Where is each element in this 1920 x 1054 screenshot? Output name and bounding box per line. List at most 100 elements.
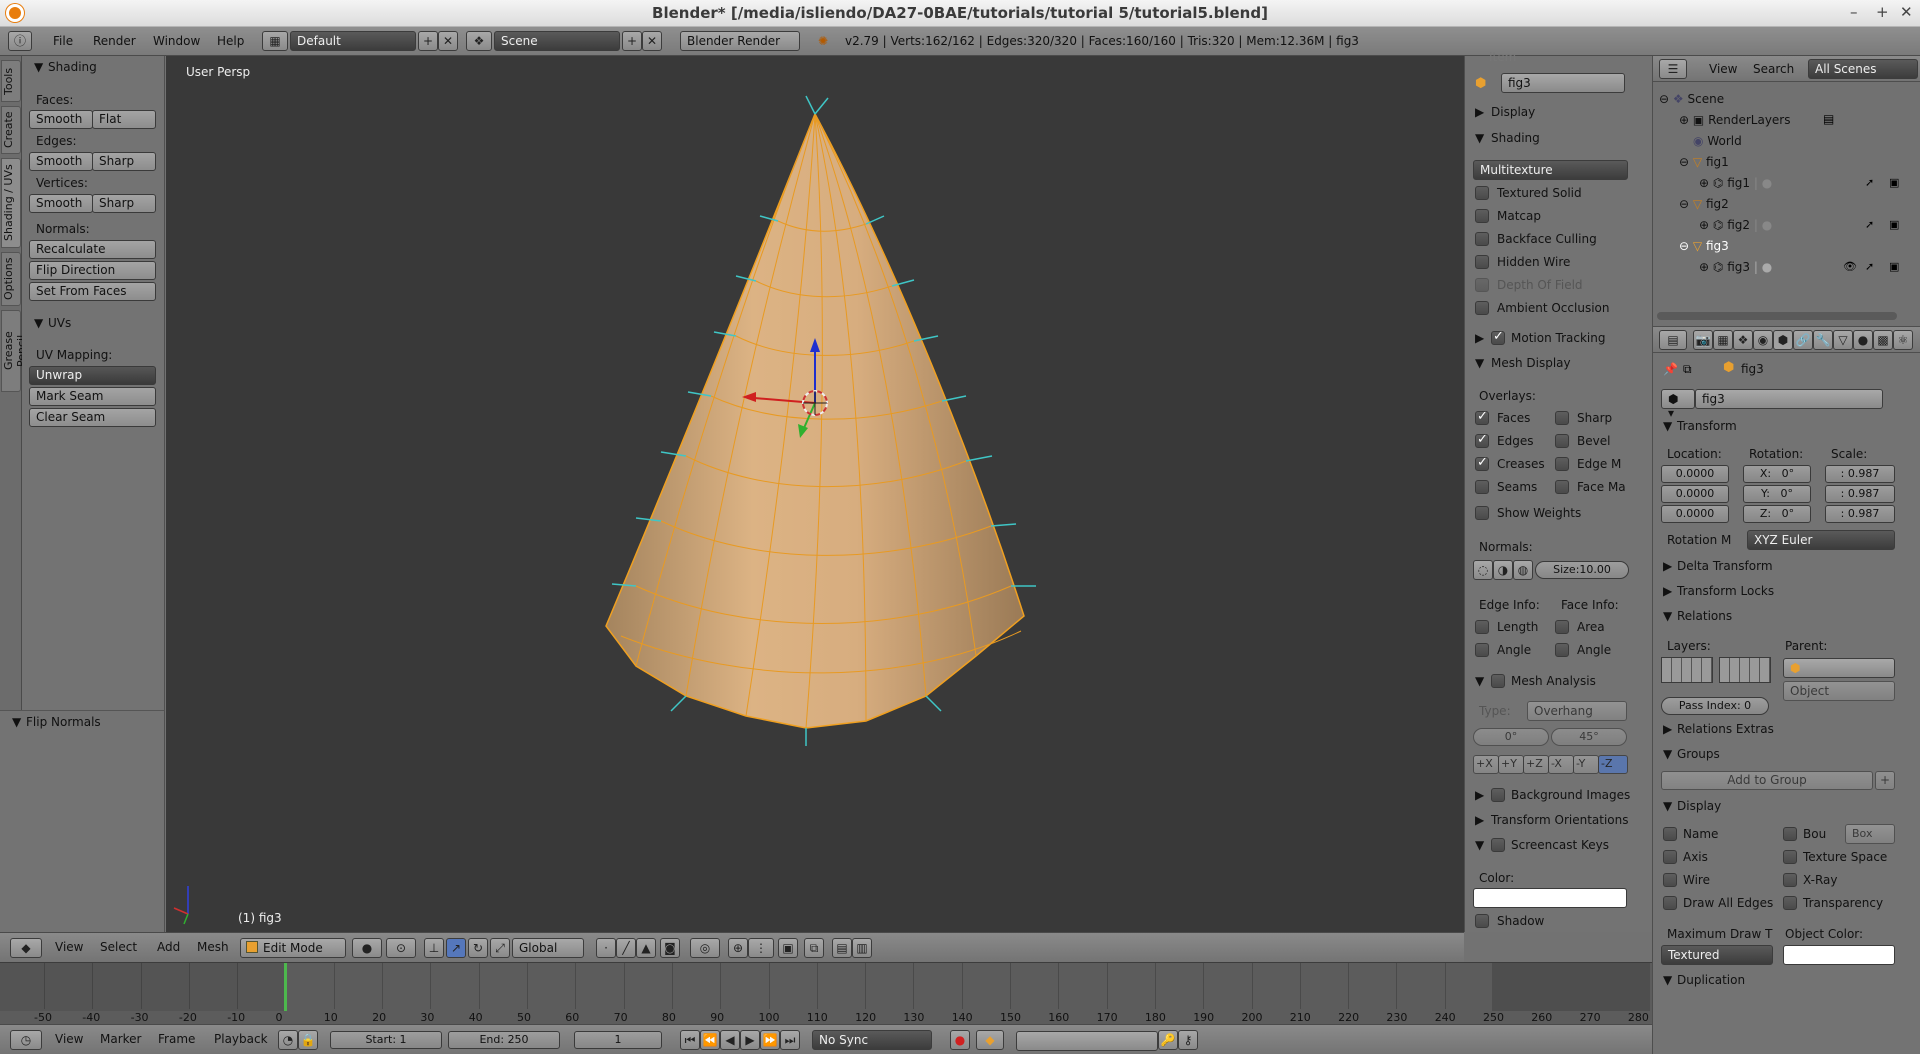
timeline[interactable]: -50 -40 -30 -20 -10 0 10 20 30 40 50 60 70 80 90 100 110… [0,962,1652,1024]
translate-manipulator-icon[interactable]: ↗ [446,938,466,958]
screen-layout-icon[interactable]: ▦ [262,31,288,51]
display-name-checkbox[interactable] [1663,827,1677,841]
tab-grease-pencil[interactable]: Grease Pencil [1,310,28,392]
current-frame-field[interactable]: 1 [574,1031,662,1049]
edges-sharp-button[interactable]: Sharp [92,152,156,171]
parent-type-dropdown[interactable]: Object [1783,681,1895,701]
clear-seam-button[interactable]: Clear Seam [29,408,156,427]
motion-tracking-checkbox[interactable] [1491,329,1505,345]
draw-all-edges-checkbox[interactable] [1663,896,1677,910]
timeline-editor-type-icon[interactable]: ◷ [10,1030,42,1050]
outliner-editor-type-icon[interactable]: ☰ [1659,59,1687,79]
mesh-display-toggle[interactable]: ▼ [1475,356,1484,370]
info-editor-type-icon[interactable]: ⓘ [8,31,32,51]
outliner-menu-search[interactable]: Search [1753,62,1794,76]
face-normals-icon[interactable]: ◍ [1513,560,1533,580]
restrict-render-icon[interactable]: ▣ [1889,218,1899,231]
add-group-plus-button[interactable]: + [1875,771,1895,790]
3d-viewport[interactable]: User Persp (1) fig3 [166,56,1464,932]
jump-start-icon[interactable]: ⏮ [680,1030,700,1050]
backface-culling-checkbox[interactable] [1475,232,1489,246]
edge-angle-checkbox[interactable] [1475,643,1489,657]
bounds-type-dropdown[interactable]: Box [1845,824,1895,844]
scale-manipulator-icon[interactable]: ⤢ [490,938,510,958]
uvs-panel-toggle[interactable]: ▼ [34,316,43,330]
outliner-row-world[interactable]: ◉ World [1693,134,1742,148]
add-to-group-button[interactable]: Add to Group [1661,771,1873,790]
max-draw-type-dropdown[interactable]: Textured [1661,945,1773,965]
outliner-scrollbar[interactable] [1657,312,1897,320]
mesh-analysis-checkbox[interactable] [1491,674,1505,688]
rotation-z-field[interactable]: Z: 0° [1743,505,1811,523]
item-name-field[interactable]: fig3 [1501,73,1625,93]
mark-seam-button[interactable]: Mark Seam [29,387,156,406]
material-tab-icon[interactable]: ● [1853,330,1873,350]
face-angle-checkbox[interactable] [1555,643,1569,657]
tab-shading-uvs[interactable]: Shading / UVs [1,158,21,248]
transform-orientations-toggle[interactable]: ▶ [1475,813,1484,827]
outliner-row-fig3-mesh[interactable]: ⊕ ⌬ fig3 | ● [1699,260,1772,274]
proportional-edit-icon[interactable]: ◎ [690,938,720,958]
timeline-menu-marker[interactable]: Marker [100,1032,141,1046]
axis-neg-x-button[interactable]: -X [1548,755,1574,774]
record-icon[interactable]: ● [950,1030,970,1050]
rotate-manipulator-icon[interactable]: ↻ [468,938,488,958]
restrict-select-icon[interactable]: ➚ [1865,176,1874,189]
scale-y-field[interactable]: : 0.987 [1825,485,1895,503]
face-select-icon[interactable]: ▲ [636,938,656,958]
transform-orientation-dropdown[interactable]: Global [512,938,584,958]
snap-element-icon[interactable]: ⋮ [748,938,774,958]
operator-panel-header[interactable]: Flip Normals [26,715,101,729]
menu-window[interactable]: Window [153,34,200,48]
outliner-filter-dropdown[interactable]: All Scenes [1808,59,1918,79]
timeline-menu-frame[interactable]: Frame [158,1032,195,1046]
limit-selection-icon[interactable]: ◙ [660,938,680,958]
pivot-point-icon[interactable]: ⊙ [386,938,416,958]
split-normals-icon[interactable]: ◑ [1493,560,1513,580]
maximize-button[interactable]: + [1876,3,1889,21]
mesh-analysis-toggle[interactable]: ▼ [1475,674,1484,688]
menu-render[interactable]: Render [93,34,136,48]
background-images-toggle[interactable]: ▶ [1475,788,1484,802]
display-panel-header[interactable]: Display [1491,105,1535,119]
analysis-type-dropdown[interactable]: Overhang [1527,701,1627,721]
groups-toggle[interactable]: ▼ [1663,747,1672,761]
transform-panel-header[interactable]: Transform [1677,419,1737,433]
menu-mesh[interactable]: Mesh [197,940,229,954]
groups-header[interactable]: Groups [1677,747,1720,761]
timeline-menu-view[interactable]: View [55,1032,83,1046]
add-scene-button[interactable]: + [622,31,642,51]
restrict-render-icon[interactable]: ▣ [1889,260,1899,273]
transform-panel-toggle[interactable]: ▼ [1663,419,1672,433]
layer-icon[interactable]: ⧉ [804,938,824,958]
background-images-header[interactable]: Background Images [1511,788,1630,802]
properties-editor-type-icon[interactable]: ▤ [1659,330,1687,350]
viewport-shading-icon[interactable]: ● [352,938,382,958]
expand-icon[interactable]: ⊕ [1699,176,1709,190]
outliner-row-fig1[interactable]: ⊖ ▽ fig1 [1679,155,1729,169]
hidden-wire-checkbox[interactable] [1475,255,1489,269]
layers-grid-left[interactable] [1661,657,1713,683]
color-swatch[interactable] [1473,888,1627,908]
mesh-display-header[interactable]: Mesh Display [1491,356,1571,370]
screencast-keys-toggle[interactable]: ▼ [1475,838,1484,852]
recalculate-button[interactable]: Recalculate [29,240,156,259]
x-ray-checkbox[interactable] [1783,873,1797,887]
normals-size-field[interactable]: Size:10.00 [1535,561,1629,579]
background-images-checkbox[interactable] [1491,788,1505,802]
snap-target-icon[interactable]: ▣ [778,938,798,958]
overlay-sharp-checkbox[interactable] [1555,411,1569,425]
overlay-bevel-checkbox[interactable] [1555,434,1569,448]
transform-locks-toggle[interactable]: ▶ [1663,584,1672,598]
outliner-row-fig2-mesh[interactable]: ⊕ ⌬ fig2 | ● [1699,218,1772,232]
render-animation-icon[interactable]: ▥ [852,938,872,958]
collapse-icon[interactable]: ⊖ [1679,197,1689,211]
location-y-field[interactable]: 0.0000 [1661,485,1729,503]
mesh-cone-drawing[interactable] [166,56,1464,932]
jump-keyframe-forward-icon[interactable]: ⏩ [760,1030,780,1050]
screencast-keys-checkbox[interactable] [1491,838,1505,852]
constraints-tab-icon[interactable]: 🔗 [1793,330,1813,350]
scene-field[interactable]: Scene [494,31,620,51]
shading-panel-toggle[interactable]: ▼ [1475,131,1484,145]
overlay-faces-checkbox[interactable] [1475,409,1489,425]
